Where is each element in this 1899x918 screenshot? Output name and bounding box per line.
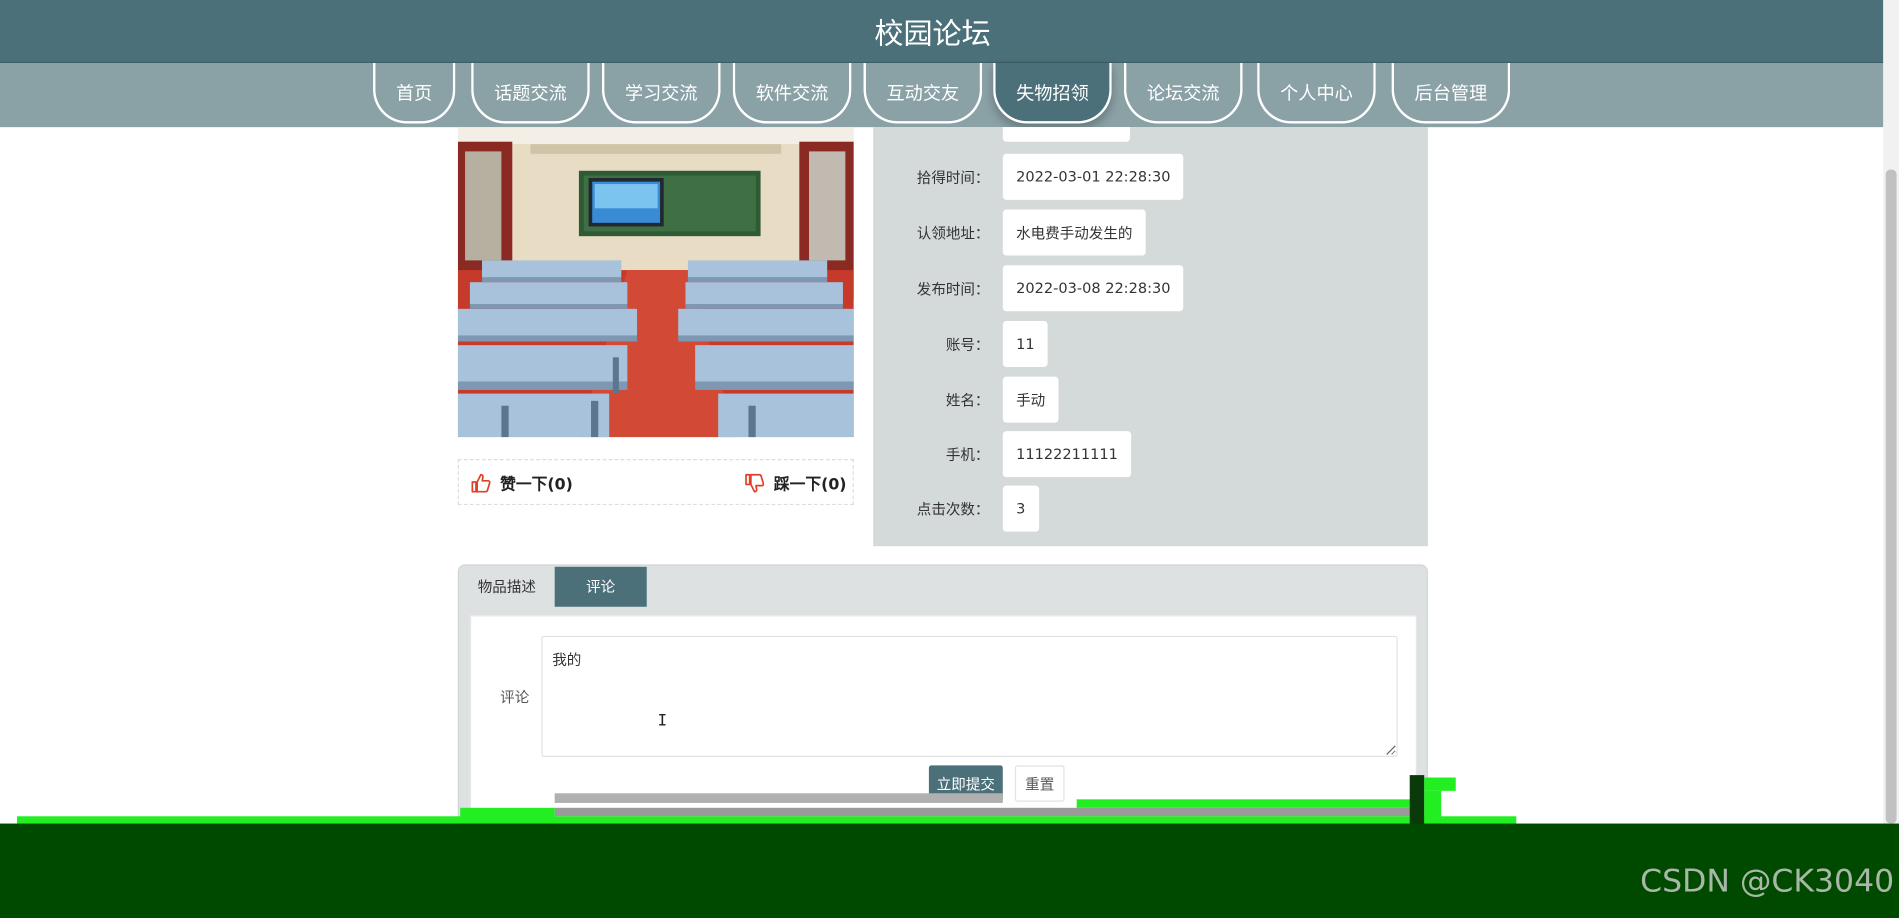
info-label: 手机： bbox=[945, 446, 990, 464]
info-row-phone: 手机： 11122211111 bbox=[873, 431, 1428, 478]
info-row-found-time: 拾得时间： 2022-03-01 22:28:30 bbox=[873, 153, 1428, 200]
info-row-claim-address: 认领地址： 水电费手动发生的 bbox=[873, 209, 1428, 256]
info-value: 11 bbox=[1002, 320, 1048, 367]
footer-dark-band bbox=[0, 823, 1899, 918]
nav-item-software[interactable]: 软件交流 bbox=[732, 62, 852, 124]
dislike-button[interactable]: 踩一下(0) bbox=[745, 471, 847, 495]
info-label: 账号： bbox=[945, 336, 990, 354]
watermark: CSDN @CK3040 bbox=[1640, 863, 1895, 900]
thumbs-up-icon bbox=[471, 473, 491, 492]
glitch-strip bbox=[1424, 777, 1456, 791]
site-title: 校园论坛 bbox=[874, 16, 991, 51]
info-value: 3 bbox=[1002, 485, 1039, 532]
glitch-strip bbox=[554, 807, 1414, 817]
nav-item-study[interactable]: 学习交流 bbox=[601, 62, 721, 124]
info-value: 水电费手动发生的 bbox=[1002, 209, 1146, 256]
info-row-clicks: 点击次数： 3 bbox=[873, 485, 1428, 532]
thumbs-down-icon bbox=[745, 473, 765, 492]
glitch-strip bbox=[460, 807, 555, 818]
comment-label: 评论 bbox=[500, 689, 530, 707]
info-value: 2022-03-08 22:28:30 bbox=[1002, 265, 1184, 312]
info-row-account: 账号： 11 bbox=[873, 320, 1428, 367]
nav-item-admin[interactable]: 后台管理 bbox=[1391, 62, 1511, 124]
info-value: 11122211111 bbox=[1002, 431, 1132, 478]
tab-comment[interactable]: 评论 bbox=[554, 566, 647, 607]
info-label: 姓名： bbox=[945, 392, 990, 410]
info-value: 手动 bbox=[1002, 376, 1059, 423]
info-value: 2022-03-01 22:28:30 bbox=[1002, 153, 1184, 200]
like-label: 赞一下(0) bbox=[500, 475, 573, 495]
info-value-cutoff bbox=[1002, 127, 1130, 142]
info-label: 发布时间： bbox=[916, 280, 990, 298]
info-label: 认领地址： bbox=[916, 225, 990, 243]
item-photo bbox=[457, 127, 854, 438]
glitch-strip bbox=[16, 816, 1517, 824]
nav-item-topics[interactable]: 话题交流 bbox=[471, 62, 590, 124]
dislike-label: 踩一下(0) bbox=[773, 475, 847, 495]
comment-input[interactable] bbox=[541, 635, 1398, 757]
nav-item-home[interactable]: 首页 bbox=[373, 62, 456, 124]
info-row-publish-time: 发布时间： 2022-03-08 22:28:30 bbox=[873, 265, 1428, 312]
scrollbar-thumb[interactable] bbox=[1885, 169, 1897, 824]
like-button[interactable]: 赞一下(0) bbox=[471, 471, 573, 494]
main-nav: 首页 话题交流 学习交流 软件交流 互动交友 失物招领 论坛交流 个人中心 后台… bbox=[0, 62, 1884, 128]
nav-item-friends[interactable]: 互动交友 bbox=[863, 62, 983, 124]
reset-button[interactable]: 重置 bbox=[1014, 765, 1065, 802]
text-cursor-icon: I bbox=[657, 712, 668, 731]
item-details-panel: 拾得时间： 2022-03-01 22:28:30 认领地址： 水电费手动发生的… bbox=[873, 127, 1428, 547]
tab-description[interactable]: 物品描述 bbox=[459, 567, 555, 607]
info-label: 点击次数： bbox=[916, 501, 990, 519]
glitch-strip bbox=[1076, 799, 1414, 808]
nav-item-lost-found[interactable]: 失物招领 bbox=[993, 62, 1112, 124]
glitch-strip bbox=[554, 793, 1003, 803]
nav-item-profile[interactable]: 个人中心 bbox=[1257, 62, 1376, 124]
header-bar: 校园论坛 bbox=[0, 0, 1884, 63]
nav-item-forum[interactable]: 论坛交流 bbox=[1123, 62, 1243, 124]
info-label: 拾得时间： bbox=[916, 169, 990, 187]
vote-box: 赞一下(0) 踩一下(0) bbox=[457, 459, 854, 506]
info-row-name: 姓名： 手动 bbox=[873, 376, 1428, 423]
